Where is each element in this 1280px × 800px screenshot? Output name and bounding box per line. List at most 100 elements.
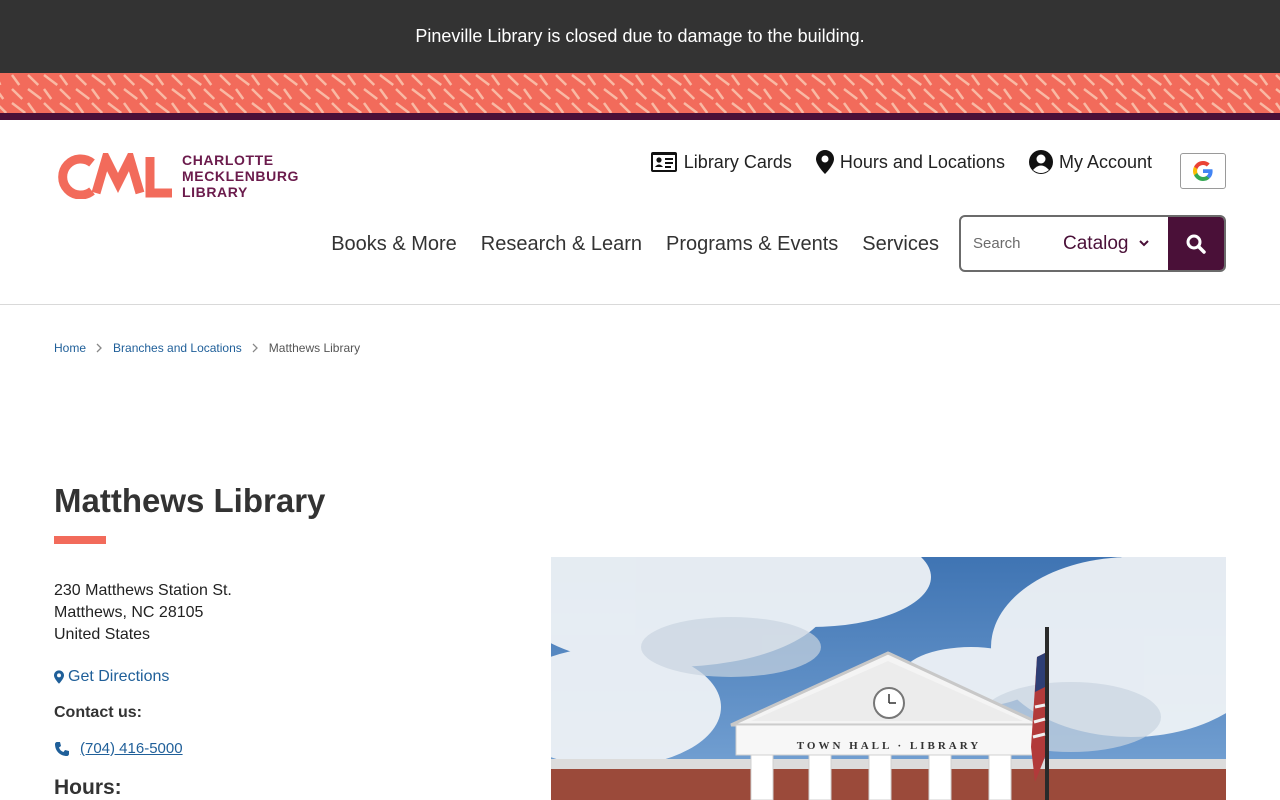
- pattern-dash: [955, 102, 968, 113]
- pattern-dash: [347, 102, 363, 113]
- pattern-dash: [219, 74, 232, 86]
- pattern-dash: [699, 74, 712, 86]
- pattern-dash: [203, 102, 219, 113]
- phone-number-link[interactable]: (704) 416-5000: [80, 740, 183, 757]
- breadcrumb-branches[interactable]: Branches and Locations: [113, 341, 242, 355]
- pattern-dash: [587, 88, 600, 100]
- my-account-link[interactable]: My Account: [1028, 150, 1152, 174]
- pattern-dash: [139, 74, 155, 86]
- pattern-dash: [810, 88, 821, 100]
- pattern-dash: [43, 74, 59, 86]
- pattern-dash: [571, 74, 587, 86]
- pattern-dash: [187, 74, 203, 86]
- pattern-dash: [138, 88, 149, 100]
- pattern-dash: [666, 88, 677, 100]
- pattern-dash: [507, 88, 523, 100]
- pattern-dash: [427, 74, 443, 86]
- site-header: CHARLOTTE MECKLENBURG LIBRARY Library Ca…: [0, 120, 1280, 305]
- pattern-dash: [75, 88, 91, 100]
- library-cards-link[interactable]: Library Cards: [650, 151, 792, 173]
- pattern-dash: [971, 88, 984, 100]
- pattern-dash: [27, 74, 40, 86]
- pattern-dash: [539, 102, 555, 113]
- my-account-label: My Account: [1058, 151, 1152, 172]
- address-line-2: Matthews, NC 28105: [54, 604, 204, 621]
- pattern-dash: [1034, 102, 1045, 113]
- pattern-dash: [1051, 102, 1064, 113]
- pattern-dash: [1211, 102, 1227, 113]
- pattern-dash: [330, 88, 341, 100]
- pattern-dash: [731, 102, 747, 113]
- pattern-dash: [858, 88, 869, 100]
- pattern-dash: [1162, 74, 1173, 86]
- pattern-dash: [251, 88, 264, 100]
- pattern-dash: [1227, 74, 1240, 86]
- google-translate-button[interactable]: [1180, 153, 1226, 189]
- nav-services[interactable]: Services: [862, 233, 939, 256]
- pattern-dash: [187, 102, 200, 113]
- breadcrumb: Home Branches and Locations Matthews Lib…: [54, 341, 360, 355]
- pattern-dash: [363, 88, 379, 100]
- pattern-dash: [1195, 102, 1208, 113]
- contact-heading: Contact us:: [54, 704, 142, 721]
- pattern-dash: [379, 102, 392, 113]
- pattern-dash: [218, 102, 229, 113]
- pattern-dash: [954, 88, 965, 100]
- pattern-dash: [299, 102, 315, 113]
- pattern-dash: [1018, 74, 1029, 86]
- pattern-dash: [1099, 102, 1112, 113]
- google-g-icon: [1193, 161, 1213, 181]
- logo-line-2: MECKLENBURG: [182, 168, 300, 184]
- pattern-dash: [362, 102, 373, 113]
- pattern-dash: [763, 74, 779, 86]
- pattern-dash: [491, 102, 507, 113]
- pattern-dash: [235, 74, 251, 86]
- pattern-dash: [74, 102, 85, 113]
- pattern-dash: [890, 102, 901, 113]
- pattern-dash: [107, 102, 123, 113]
- search-scope-value: Catalog: [1063, 232, 1129, 254]
- pattern-dash: [90, 88, 101, 100]
- utility-nav: Library Cards Hours and Locations My Acc…: [650, 150, 1152, 174]
- get-directions-link[interactable]: Get Directions: [54, 668, 169, 686]
- pattern-dash: [475, 102, 488, 113]
- pattern-dash: [235, 102, 248, 113]
- pattern-dash: [634, 74, 645, 86]
- pattern-dash: [282, 88, 293, 100]
- pattern-dash: [395, 88, 408, 100]
- nav-programs-events[interactable]: Programs & Events: [666, 233, 838, 256]
- search-button[interactable]: [1168, 217, 1224, 270]
- pattern-dash: [859, 74, 875, 86]
- pattern-dash: [458, 102, 469, 113]
- pattern-dash: [1259, 102, 1275, 113]
- pattern-dash: [427, 102, 440, 113]
- pattern-dash: [906, 88, 917, 100]
- pattern-dash: [1275, 88, 1280, 94]
- pattern-dash: [1114, 74, 1125, 86]
- hours-locations-link[interactable]: Hours and Locations: [815, 150, 1005, 174]
- pattern-dash: [747, 88, 763, 100]
- main-nav: Books & More Research & Learn Programs &…: [331, 233, 939, 256]
- pattern-dash: [923, 88, 936, 100]
- pattern-dash: [811, 102, 824, 113]
- pattern-dash: [59, 102, 75, 113]
- pattern-dash: [779, 88, 792, 100]
- cml-logo-mark-icon: [58, 153, 172, 199]
- pattern-dash: [747, 74, 760, 86]
- pattern-dash: [874, 74, 885, 86]
- nav-research-learn[interactable]: Research & Learn: [481, 233, 642, 256]
- breadcrumb-home[interactable]: Home: [54, 341, 86, 355]
- pattern-dash: [762, 88, 773, 100]
- site-logo[interactable]: CHARLOTTE MECKLENBURG LIBRARY: [54, 152, 299, 200]
- chevron-right-icon: [96, 343, 102, 353]
- pattern-dash: [1163, 88, 1176, 100]
- search-scope-select[interactable]: Catalog: [1045, 217, 1168, 270]
- pattern-dash: [907, 102, 920, 113]
- pattern-dash: [91, 74, 107, 86]
- search-input[interactable]: [961, 217, 1045, 270]
- nav-books-more[interactable]: Books & More: [331, 233, 457, 256]
- pattern-dash: [1226, 102, 1237, 113]
- pattern-dash: [1066, 74, 1077, 86]
- pattern-dash: [1163, 102, 1179, 113]
- pattern-dash: [907, 74, 923, 86]
